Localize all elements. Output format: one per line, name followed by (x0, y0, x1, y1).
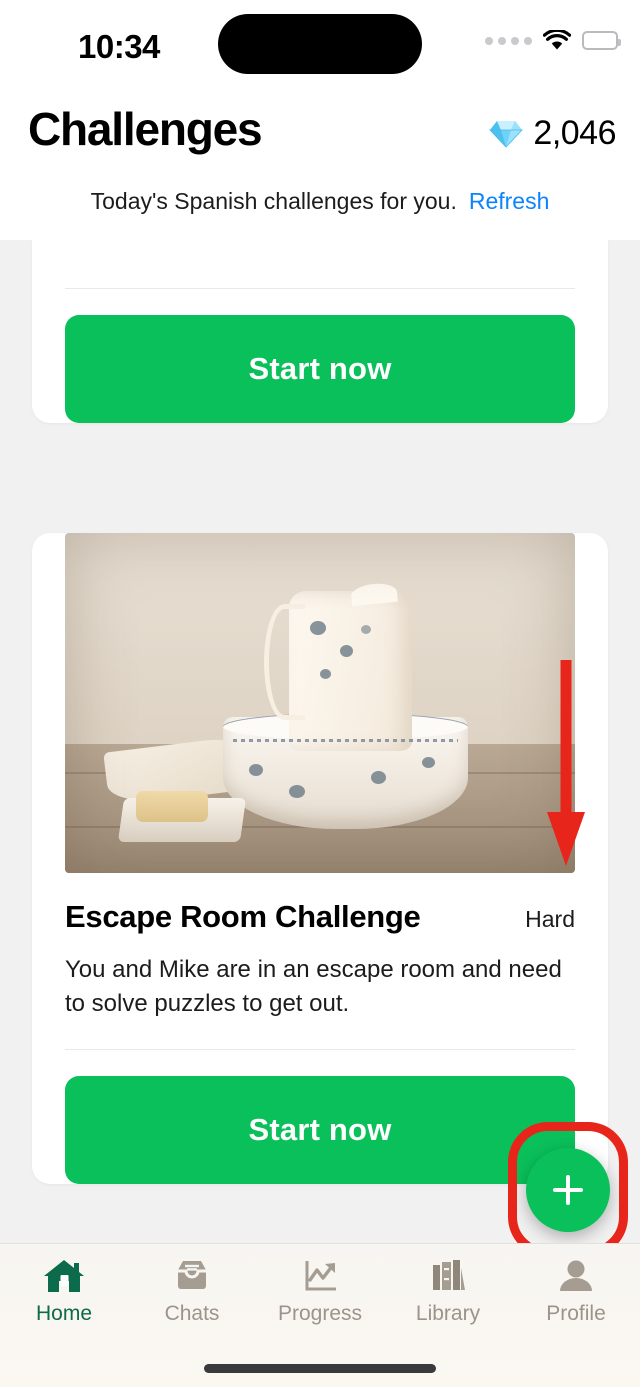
status-bar-indicators (485, 30, 621, 51)
tab-chats-label: Chats (164, 1302, 220, 1325)
tab-profile[interactable]: Profile (512, 1244, 640, 1344)
page-title: Challenges (28, 103, 263, 155)
header-subtitle: Today's Spanish challenges for you. (90, 188, 457, 214)
bottom-tab-bar: Home Chats Progress Library Profile (0, 1243, 640, 1387)
books-icon (433, 1260, 465, 1290)
new-challenge-button[interactable] (526, 1148, 610, 1232)
challenge-card-1[interactable]: Start now (32, 240, 608, 423)
home-icon (44, 1260, 84, 1292)
tab-chats[interactable]: Chats (128, 1244, 256, 1344)
wifi-icon (543, 30, 571, 50)
tab-home[interactable]: Home (0, 1244, 128, 1344)
divider (65, 288, 575, 289)
cellular-dots-icon (485, 36, 532, 45)
tab-progress[interactable]: Progress (256, 1244, 384, 1344)
gem-icon (489, 120, 524, 148)
tab-library-label: Library (415, 1302, 481, 1325)
challenge-card-2-image (65, 533, 575, 873)
challenge-card-2-difficulty: Hard (525, 906, 575, 932)
header-subtitle-row: Today's Spanish challenges for you. Refre… (0, 188, 640, 215)
challenge-card-2-header: Escape Room Challenge Hard (65, 899, 575, 935)
start-now-button-2[interactable]: Start now (65, 1076, 575, 1185)
challenge-card-2-title: Escape Room Challenge (65, 899, 421, 934)
line-chart-arrow-icon (305, 1261, 336, 1291)
start-now-button-1[interactable]: Start now (65, 315, 575, 423)
battery-full-icon (582, 31, 621, 50)
challenge-card-2[interactable]: Escape Room Challenge Hard You and Mike … (32, 533, 608, 1185)
tab-progress-label: Progress (277, 1302, 363, 1325)
inbox-icon (178, 1261, 206, 1289)
phone-screen: 10:34 Challenges 2,046 Today's Spanish c… (0, 0, 640, 1387)
challenge-card-2-description: You and Mike are in an escape room and n… (65, 956, 562, 1018)
tab-profile-label: Profile (546, 1302, 606, 1325)
divider (65, 1049, 575, 1051)
refresh-link[interactable]: Refresh (469, 188, 550, 214)
card-spacer (0, 453, 640, 515)
tab-home-label: Home (35, 1302, 93, 1325)
person-icon (560, 1260, 592, 1291)
dynamic-island (218, 14, 422, 74)
tab-library[interactable]: Library (384, 1244, 512, 1344)
challenge-card-1-clipped-text (65, 248, 575, 270)
home-indicator (204, 1364, 436, 1373)
status-bar-clock: 10:34 (78, 28, 160, 65)
status-bar: 10:34 (0, 0, 640, 92)
gem-count: 2,046 (533, 114, 616, 152)
challenges-scroll-area[interactable]: Start now Escape Room Challenge Hard You… (0, 240, 640, 1243)
gem-balance[interactable]: 2,046 (489, 114, 616, 153)
page-header: Challenges 2,046 Today's Spanish challen… (0, 92, 640, 240)
